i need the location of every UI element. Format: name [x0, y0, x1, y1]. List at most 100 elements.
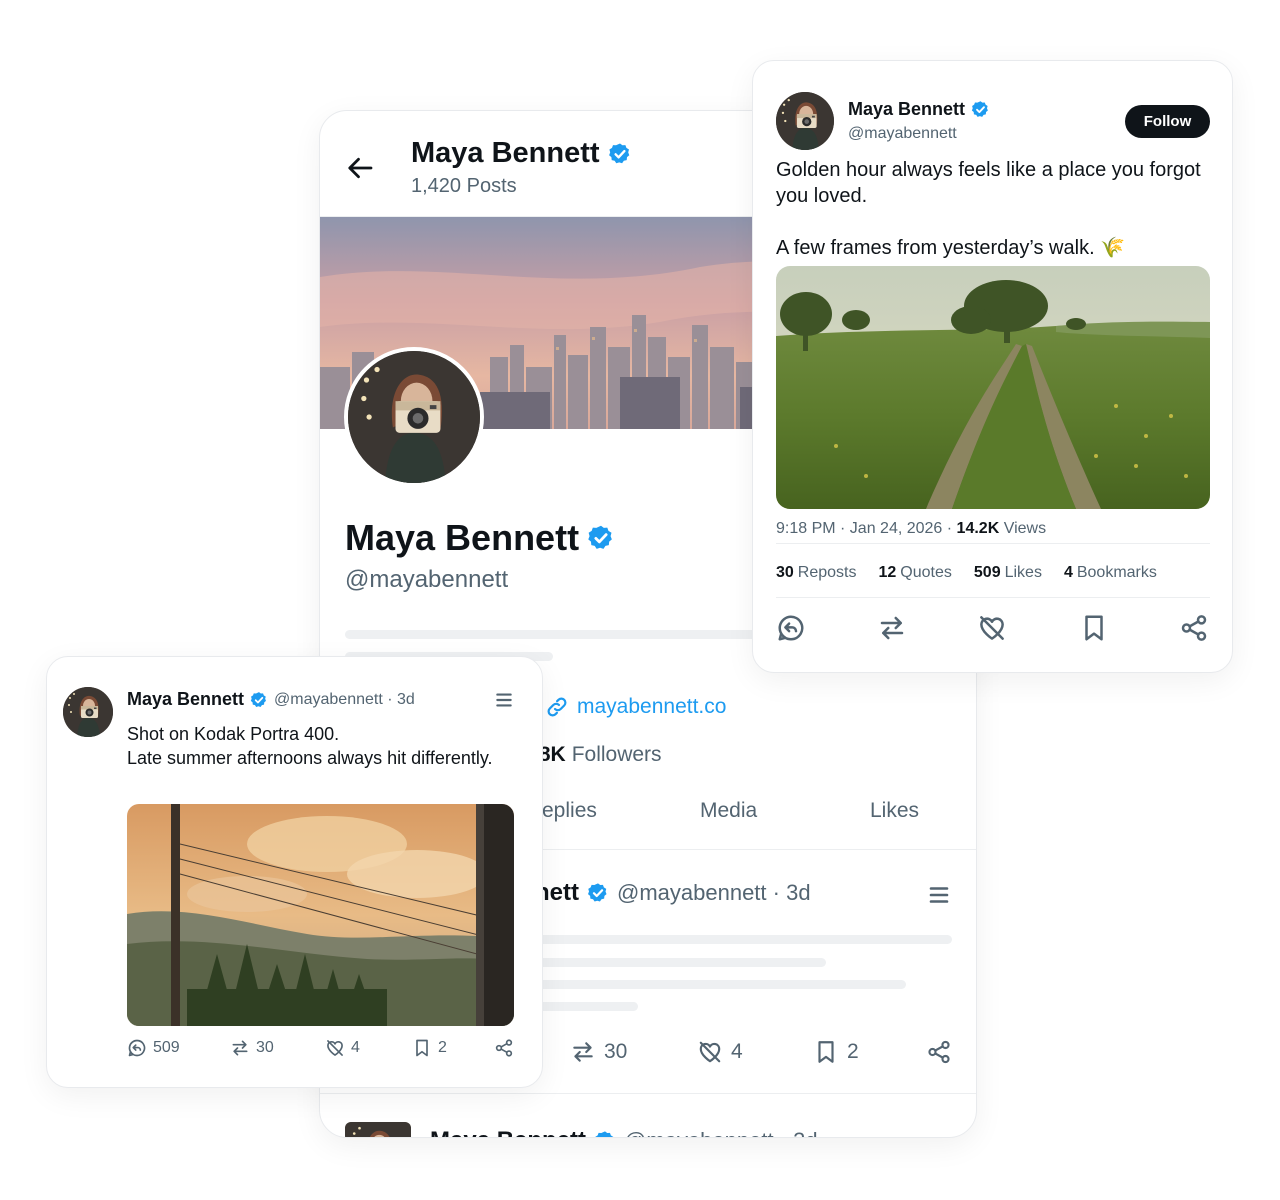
- like-count: 4: [731, 1040, 743, 1063]
- posts-count: 1,420 Posts: [411, 175, 517, 197]
- arrow-left-icon[interactable]: [346, 153, 376, 183]
- bookmark-count: 2: [847, 1040, 859, 1063]
- bookmark-count: 2: [438, 1039, 447, 1056]
- next-post-author-name[interactable]: Maya Bennett: [430, 1127, 586, 1137]
- tab-likes[interactable]: Likes: [870, 799, 919, 823]
- profile-display-name: Maya Bennett: [345, 517, 615, 559]
- bookmark-icon: [412, 1038, 432, 1058]
- post-text-line: Late summer afternoons always hit differ…: [127, 748, 493, 768]
- bookmarks-label: Bookmarks: [1076, 564, 1157, 581]
- reposts-label: Reposts: [797, 564, 857, 581]
- repost-icon: [570, 1039, 596, 1065]
- post-author-name[interactable]: Maya Bennett: [127, 689, 244, 710]
- bookmarks-stat[interactable]: 4 Bookmarks: [1064, 564, 1157, 582]
- reposts-count: 30: [776, 564, 794, 581]
- repost-button[interactable]: 30: [570, 1039, 627, 1065]
- post-divider: [320, 1093, 976, 1094]
- post-placeholder-line: [535, 958, 826, 967]
- post-card: Maya Bennett @mayabennett · 3d Shot on K…: [46, 656, 543, 1088]
- post-text-line: A few frames from yesterday’s walk. 🌾: [776, 237, 1126, 259]
- heart-off-icon: [697, 1039, 723, 1065]
- repost-icon[interactable]: [877, 613, 907, 643]
- next-post-preview: Maya Bennett @mayabennett · 3d: [320, 1119, 976, 1138]
- share-button[interactable]: [494, 1038, 514, 1058]
- bookmark-button[interactable]: 2: [412, 1038, 447, 1058]
- profile-handle: @mayabennett: [345, 566, 509, 593]
- post-image-meadow[interactable]: [776, 266, 1210, 509]
- bookmark-button[interactable]: 2: [813, 1039, 859, 1065]
- share-icon[interactable]: [1179, 613, 1209, 643]
- post-placeholder-line: [535, 980, 906, 989]
- post-stats: 30 Reposts 12 Quotes 509 Likes 4 Bookmarks: [776, 564, 1157, 582]
- profile-website-link[interactable]: mayabennett.co: [545, 695, 726, 719]
- post-placeholder-line: [535, 1002, 638, 1011]
- repost-count: 30: [604, 1040, 628, 1063]
- timestamp-text: 9:18 PM · Jan 24, 2026 ·: [776, 520, 957, 537]
- reply-icon: [127, 1038, 147, 1058]
- hamburger-menu-icon[interactable]: [927, 1133, 951, 1138]
- bookmark-icon: [813, 1039, 839, 1065]
- verified-badge-icon: [594, 1130, 616, 1138]
- followers-stat[interactable]: .8K Followers: [533, 743, 662, 767]
- avatar[interactable]: [63, 687, 113, 737]
- repost-count: 30: [256, 1039, 274, 1056]
- repost-button[interactable]: 30: [230, 1038, 274, 1058]
- post-author: Maya Bennett @mayabennett · 3d: [127, 689, 415, 710]
- share-icon: [926, 1039, 952, 1065]
- header-title: Maya Bennett: [411, 137, 632, 170]
- avatar[interactable]: [345, 1122, 411, 1137]
- post-author-name[interactable]: Maya Bennett: [848, 99, 965, 120]
- repost-icon: [230, 1038, 250, 1058]
- quotes-count: 12: [878, 564, 897, 581]
- reply-button[interactable]: 509: [127, 1038, 180, 1058]
- heart-off-icon[interactable]: [977, 613, 1007, 643]
- reply-count: 509: [153, 1039, 180, 1056]
- bookmark-icon[interactable]: [1079, 613, 1109, 643]
- divider: [776, 597, 1210, 598]
- verified-badge-icon: [971, 100, 990, 119]
- likes-label: Likes: [1004, 564, 1042, 581]
- hamburger-menu-icon[interactable]: [494, 690, 514, 710]
- like-button[interactable]: 4: [325, 1038, 360, 1058]
- follow-button[interactable]: Follow: [1125, 105, 1210, 138]
- post-handle-time: @mayabennett · 3d: [274, 690, 415, 708]
- like-button[interactable]: 4: [697, 1039, 743, 1065]
- website-text: mayabennett.co: [577, 695, 727, 718]
- likes-count: 509: [973, 564, 1001, 581]
- hills-sunset-image: [127, 804, 514, 1026]
- bookmarks-count: 4: [1063, 564, 1073, 581]
- link-icon: [547, 697, 567, 717]
- tab-media[interactable]: Media: [700, 799, 757, 823]
- post-text-line: Shot on Kodak Portra 400.: [127, 724, 340, 744]
- hamburger-menu-icon[interactable]: [927, 883, 951, 907]
- header-name: Maya Bennett: [411, 137, 600, 169]
- post-detail-card: Maya Bennett @mayabennett Follow Golden …: [752, 60, 1233, 673]
- meadow-path-image: [776, 266, 1210, 509]
- tab-replies[interactable]: eplies: [542, 799, 597, 823]
- bio-placeholder-line: [345, 630, 785, 639]
- reposts-stat[interactable]: 30 Reposts: [776, 564, 857, 582]
- share-icon: [494, 1038, 514, 1058]
- verified-badge-icon: [587, 882, 609, 904]
- post-timestamp: 9:18 PM · Jan 24, 2026 · 14.2K Views: [776, 520, 1046, 538]
- post-author: nett @mayabennett · 3d: [535, 879, 811, 907]
- post-author: Maya Bennett: [848, 99, 990, 120]
- followers-label: Followers: [571, 743, 662, 766]
- share-button[interactable]: [926, 1039, 952, 1065]
- post-image-hills[interactable]: [127, 804, 514, 1026]
- reply-icon[interactable]: [776, 613, 806, 643]
- divider: [776, 543, 1210, 544]
- quotes-stat[interactable]: 12 Quotes: [879, 564, 952, 582]
- post-text: Shot on Kodak Portra 400. Late summer af…: [127, 722, 507, 770]
- likes-stat[interactable]: 509 Likes: [974, 564, 1042, 582]
- profile-avatar[interactable]: [344, 347, 484, 487]
- heart-off-icon: [325, 1038, 345, 1058]
- post-handle-time: @mayabennett · 3d: [617, 880, 811, 905]
- next-post-author: Maya Bennett @mayabennett · 3d: [430, 1127, 818, 1138]
- next-post-handle-time: @mayabennett · 3d: [624, 1128, 818, 1137]
- views-label: Views: [1003, 520, 1047, 537]
- avatar[interactable]: [776, 92, 834, 150]
- like-count: 4: [351, 1039, 360, 1056]
- post-author-handle: @mayabennett: [848, 125, 957, 142]
- views-count: 14.2K: [956, 520, 1000, 537]
